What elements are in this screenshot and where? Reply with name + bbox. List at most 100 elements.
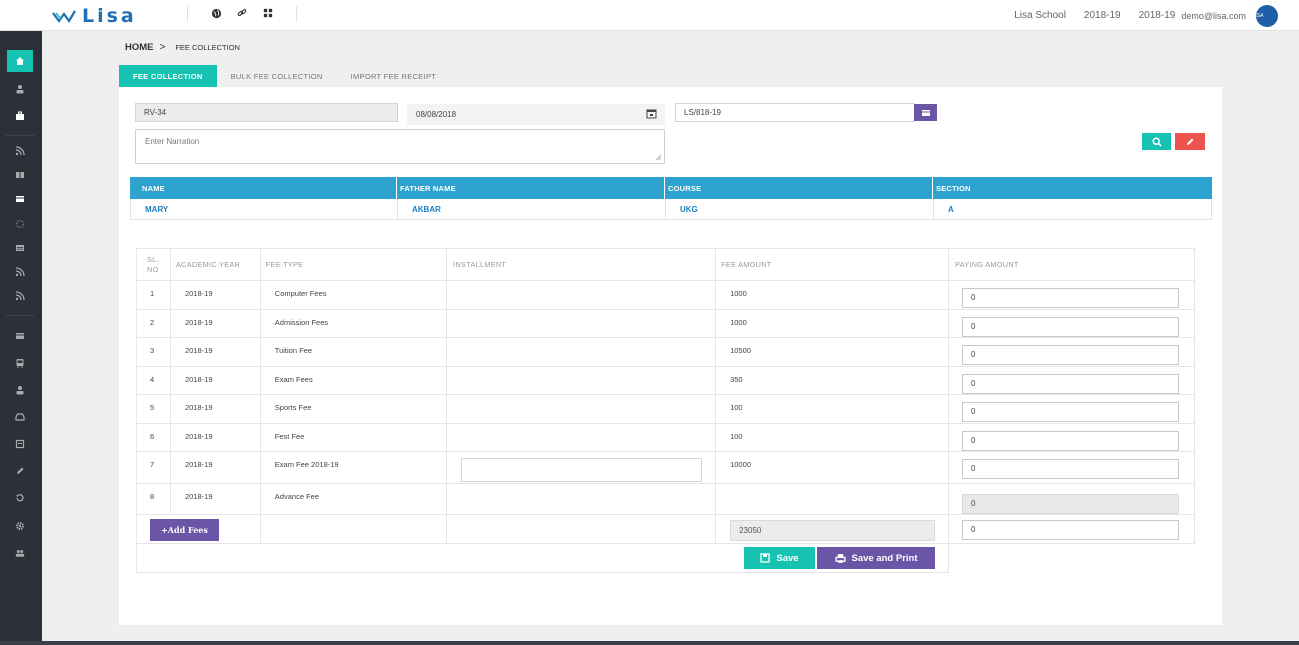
sidebar-item-feed[interactable] (7, 140, 33, 162)
column-header: NAME (130, 177, 397, 199)
paying-amount-input[interactable]: 0 (962, 402, 1180, 422)
logo-text: Lisa (82, 5, 137, 27)
users-icon (15, 550, 25, 557)
column-header: SECTION (936, 183, 971, 193)
fee-type: Admission Fees (259, 308, 448, 338)
gear-icon (16, 522, 24, 530)
sidebar-item-books[interactable] (7, 433, 33, 455)
sidebar-item-settings[interactable] (7, 515, 33, 537)
sidebar-item-list[interactable] (7, 237, 33, 259)
table-row: 3 2018-19 Tuition Fee 10500 0 (136, 337, 1195, 367)
student-lookup-button[interactable] (914, 104, 937, 121)
sidebar-item-staff[interactable] (7, 379, 33, 401)
spinner-icon (16, 220, 24, 228)
paying-amount-input[interactable]: 0 (962, 430, 1180, 451)
column-header: FEE AMOUNT (715, 248, 950, 281)
narration-placeholder: Enter Narration (145, 137, 200, 146)
add-fees-button[interactable]: +Add Fees (150, 519, 219, 541)
sidebar-item-edit[interactable] (7, 460, 33, 482)
admission-number-field[interactable]: LS/818-19 (675, 103, 915, 122)
paying-amount-input[interactable]: 0 (962, 345, 1180, 365)
paying-amount-input[interactable]: 0 (962, 459, 1180, 479)
serial-number: 7 (136, 451, 171, 484)
sidebar-item-users[interactable] (7, 542, 33, 564)
user-icon (16, 386, 24, 395)
course: UKG (666, 199, 934, 219)
clear-button[interactable] (1175, 133, 1205, 150)
serial-number: 4 (136, 365, 171, 395)
installment-cell (446, 365, 717, 395)
logo[interactable]: Lisa (52, 5, 137, 27)
home-icon (16, 57, 24, 65)
sidebar-item-feed-2[interactable] (7, 261, 33, 283)
fee-amount: 10000 (715, 451, 950, 484)
paying-amount-cell: 0 (948, 394, 1195, 424)
paying-amount-input[interactable]: 0 (962, 288, 1180, 308)
sidebar-item-fees[interactable] (7, 188, 33, 210)
save-and-print-button[interactable]: Save and Print (817, 547, 935, 569)
tab-fee-collection[interactable]: FEE COLLECTION (119, 65, 217, 87)
receipt-number-field[interactable]: RV-34 (135, 103, 398, 122)
sidebar-item-loader[interactable] (7, 213, 33, 235)
column-header: COURSE (665, 177, 933, 199)
tab-import-fee-receipt[interactable]: IMPORT FEE RECEIPT (337, 65, 451, 87)
avatar[interactable]: LISA (1253, 4, 1278, 27)
globe-icon[interactable] (210, 7, 222, 19)
history-icon (16, 494, 24, 502)
card-icon (16, 333, 24, 339)
paying-amount-cell: 0 (948, 308, 1195, 338)
school-name: Lisa School (1014, 10, 1066, 21)
installment-input[interactable] (461, 458, 703, 482)
financial-year[interactable]: 2018-19 (1139, 10, 1176, 21)
bottom-bar (0, 641, 1299, 645)
empty-cell (446, 514, 717, 544)
save-button[interactable]: Save (744, 547, 815, 569)
column-header: INSTALLMENT (446, 248, 717, 281)
serial-number: 5 (136, 394, 171, 424)
resize-grip-icon[interactable] (655, 154, 662, 161)
fee-type: Advance Fee (259, 483, 448, 515)
sidebar-item-history[interactable] (7, 487, 33, 509)
search-button[interactable] (1142, 133, 1171, 150)
table-row: 1 2018-19 Computer Fees 1000 0 (136, 280, 1195, 310)
section: A (948, 204, 954, 214)
sidebar-item-inbox[interactable] (7, 406, 33, 428)
sidebar-item-transport[interactable] (7, 352, 33, 374)
academic-year: 2018-19 (169, 308, 261, 338)
sidebar-item-columns[interactable] (7, 164, 33, 186)
book-icon (15, 439, 25, 449)
columns-icon (16, 172, 24, 178)
sidebar-item-home[interactable] (7, 50, 33, 72)
father-name: AKBAR (398, 199, 666, 219)
card-icon (921, 109, 930, 116)
link-icon[interactable] (236, 7, 248, 19)
totals-row: +Add Fees 23050 0 (136, 514, 1195, 544)
user-email[interactable]: demo@lisa.com (1181, 11, 1246, 21)
inbox-icon (15, 413, 25, 421)
fee-type: Fest Fee (259, 422, 448, 452)
sidebar-item-feed-3[interactable] (7, 285, 33, 307)
breadcrumb-home[interactable]: HOME (125, 42, 154, 53)
table-row: 7 2018-19 Exam Fee 2018-19 10000 0 (136, 451, 1195, 484)
breadcrumb: HOME > FEE COLLECTION (125, 42, 240, 53)
paying-amount-input[interactable]: 0 (962, 316, 1180, 337)
grid-icon[interactable] (262, 7, 274, 19)
sidebar-item-briefcase[interactable] (7, 105, 33, 127)
fee-type: Tuition Fee (259, 337, 448, 367)
tab-bulk-fee-collection[interactable]: BULK FEE COLLECTION (217, 65, 337, 87)
student-table-header: NAME FATHER NAME COURSE SECTION (130, 177, 1212, 199)
academic-year[interactable]: 2018-19 (1084, 10, 1121, 21)
installment-cell (446, 280, 717, 310)
installment-cell (446, 451, 717, 484)
calendar-icon[interactable] (646, 108, 657, 119)
sidebar-item-payments[interactable] (7, 325, 33, 347)
date-field[interactable]: 08/08/2018 (407, 104, 665, 125)
paying-amount-cell: 0 (948, 451, 1195, 484)
serial-number: 2 (136, 308, 171, 338)
sidebar-item-user[interactable] (7, 78, 33, 100)
paying-amount-input[interactable]: 0 (962, 373, 1180, 394)
sidebar (0, 31, 42, 645)
add-fees-cell: +Add Fees (136, 514, 261, 544)
academic-year: 2018-19 (169, 280, 261, 310)
narration-field[interactable]: Enter Narration (135, 129, 665, 164)
